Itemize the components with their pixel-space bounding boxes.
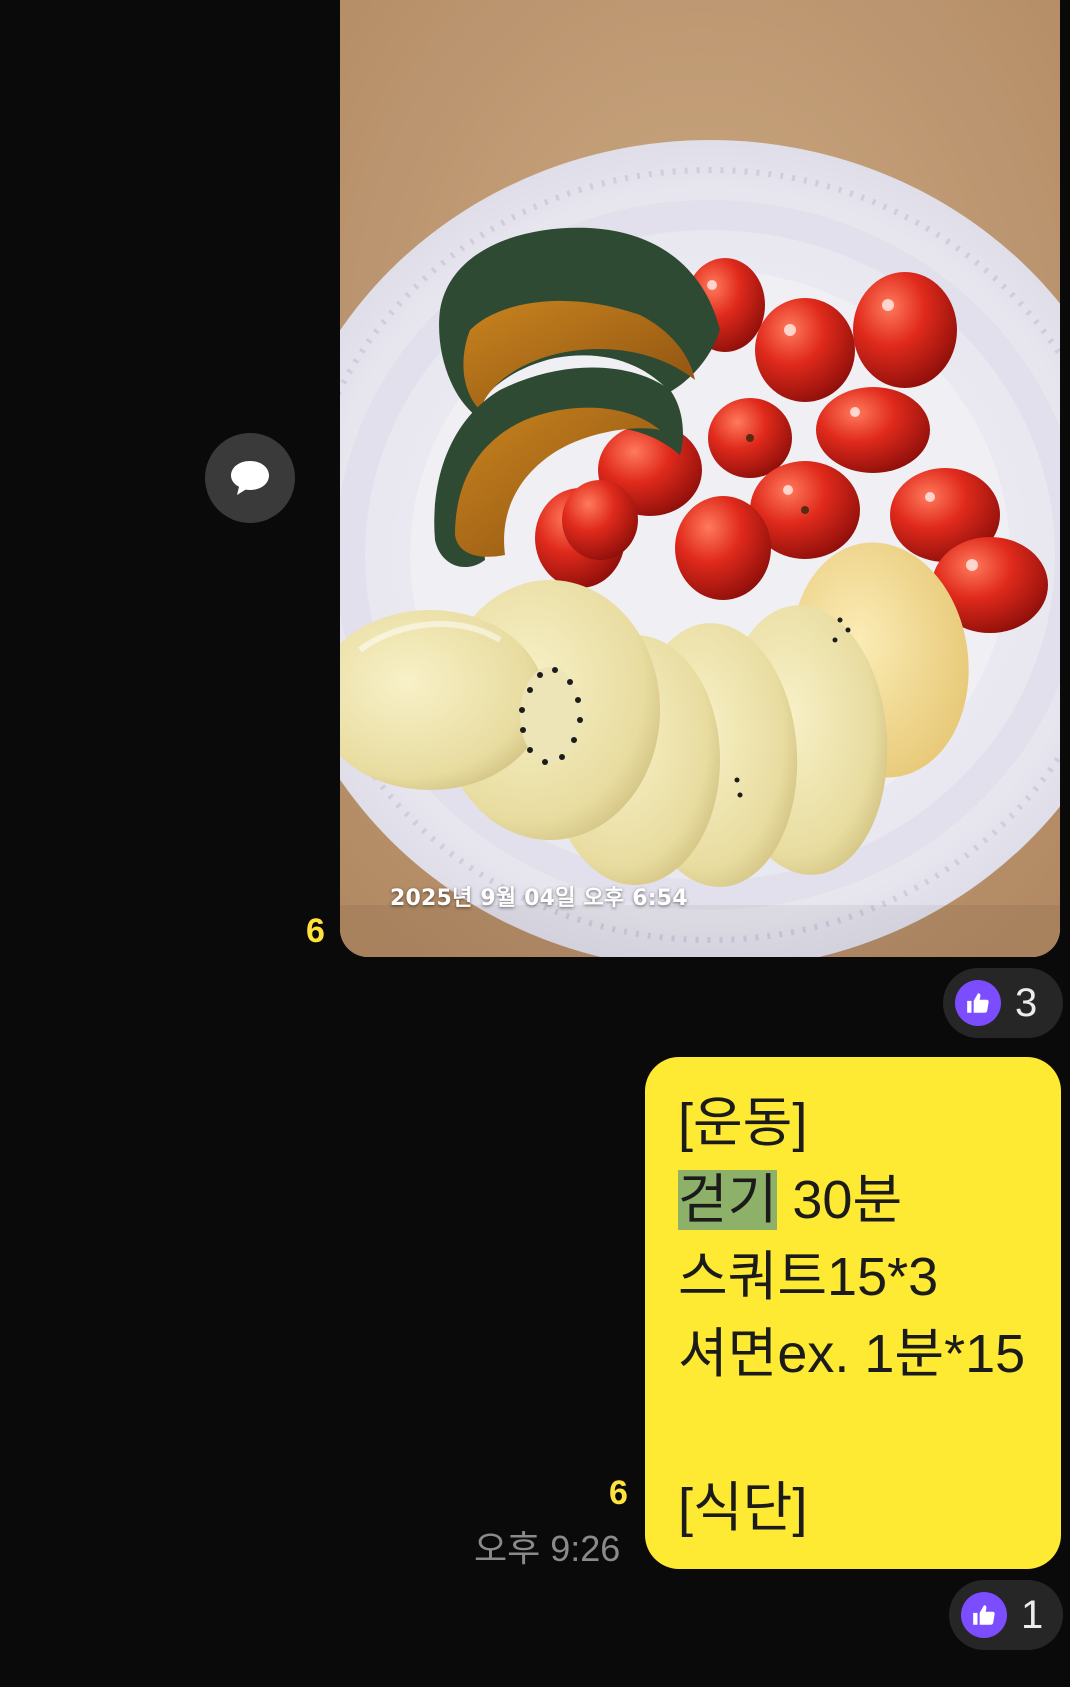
message-line-text: 30분 bbox=[777, 1170, 903, 1230]
message-line: 셔면ex. 1분*15 bbox=[678, 1324, 1026, 1384]
message-line: 스쿼트15*3 bbox=[678, 1247, 939, 1307]
unread-count: 6 bbox=[609, 1474, 628, 1512]
thumbs-up-icon bbox=[961, 1592, 1007, 1638]
thumbs-up-icon bbox=[955, 980, 1001, 1026]
comment-button[interactable] bbox=[205, 433, 295, 523]
message-line: [운동] bbox=[678, 1093, 808, 1153]
message-line: [식단] bbox=[678, 1478, 808, 1538]
message-time: 오후 9:26 bbox=[474, 1528, 621, 1569]
food-photo bbox=[340, 0, 1060, 957]
unread-count: 6 bbox=[306, 912, 325, 950]
reaction-count: 1 bbox=[1021, 1592, 1044, 1637]
text-reaction-pill[interactable]: 1 bbox=[949, 1580, 1063, 1650]
message-line-blank bbox=[678, 1393, 1041, 1470]
message-line: 걷기 30분 bbox=[678, 1162, 1041, 1239]
search-highlight: 걷기 bbox=[678, 1170, 778, 1230]
photo-message[interactable]: 2025년 9월 04일 오후 6:54 bbox=[340, 0, 1060, 957]
reaction-count: 3 bbox=[1015, 980, 1038, 1025]
photo-reaction-pill[interactable]: 3 bbox=[943, 968, 1063, 1038]
text-message-bubble[interactable]: [운동] 걷기 30분 스쿼트15*3 셔면ex. 1분*15 [식단] bbox=[645, 1057, 1061, 1569]
photo-timestamp: 2025년 9월 04일 오후 6:54 bbox=[390, 886, 688, 911]
speech-bubble-icon bbox=[231, 461, 269, 495]
